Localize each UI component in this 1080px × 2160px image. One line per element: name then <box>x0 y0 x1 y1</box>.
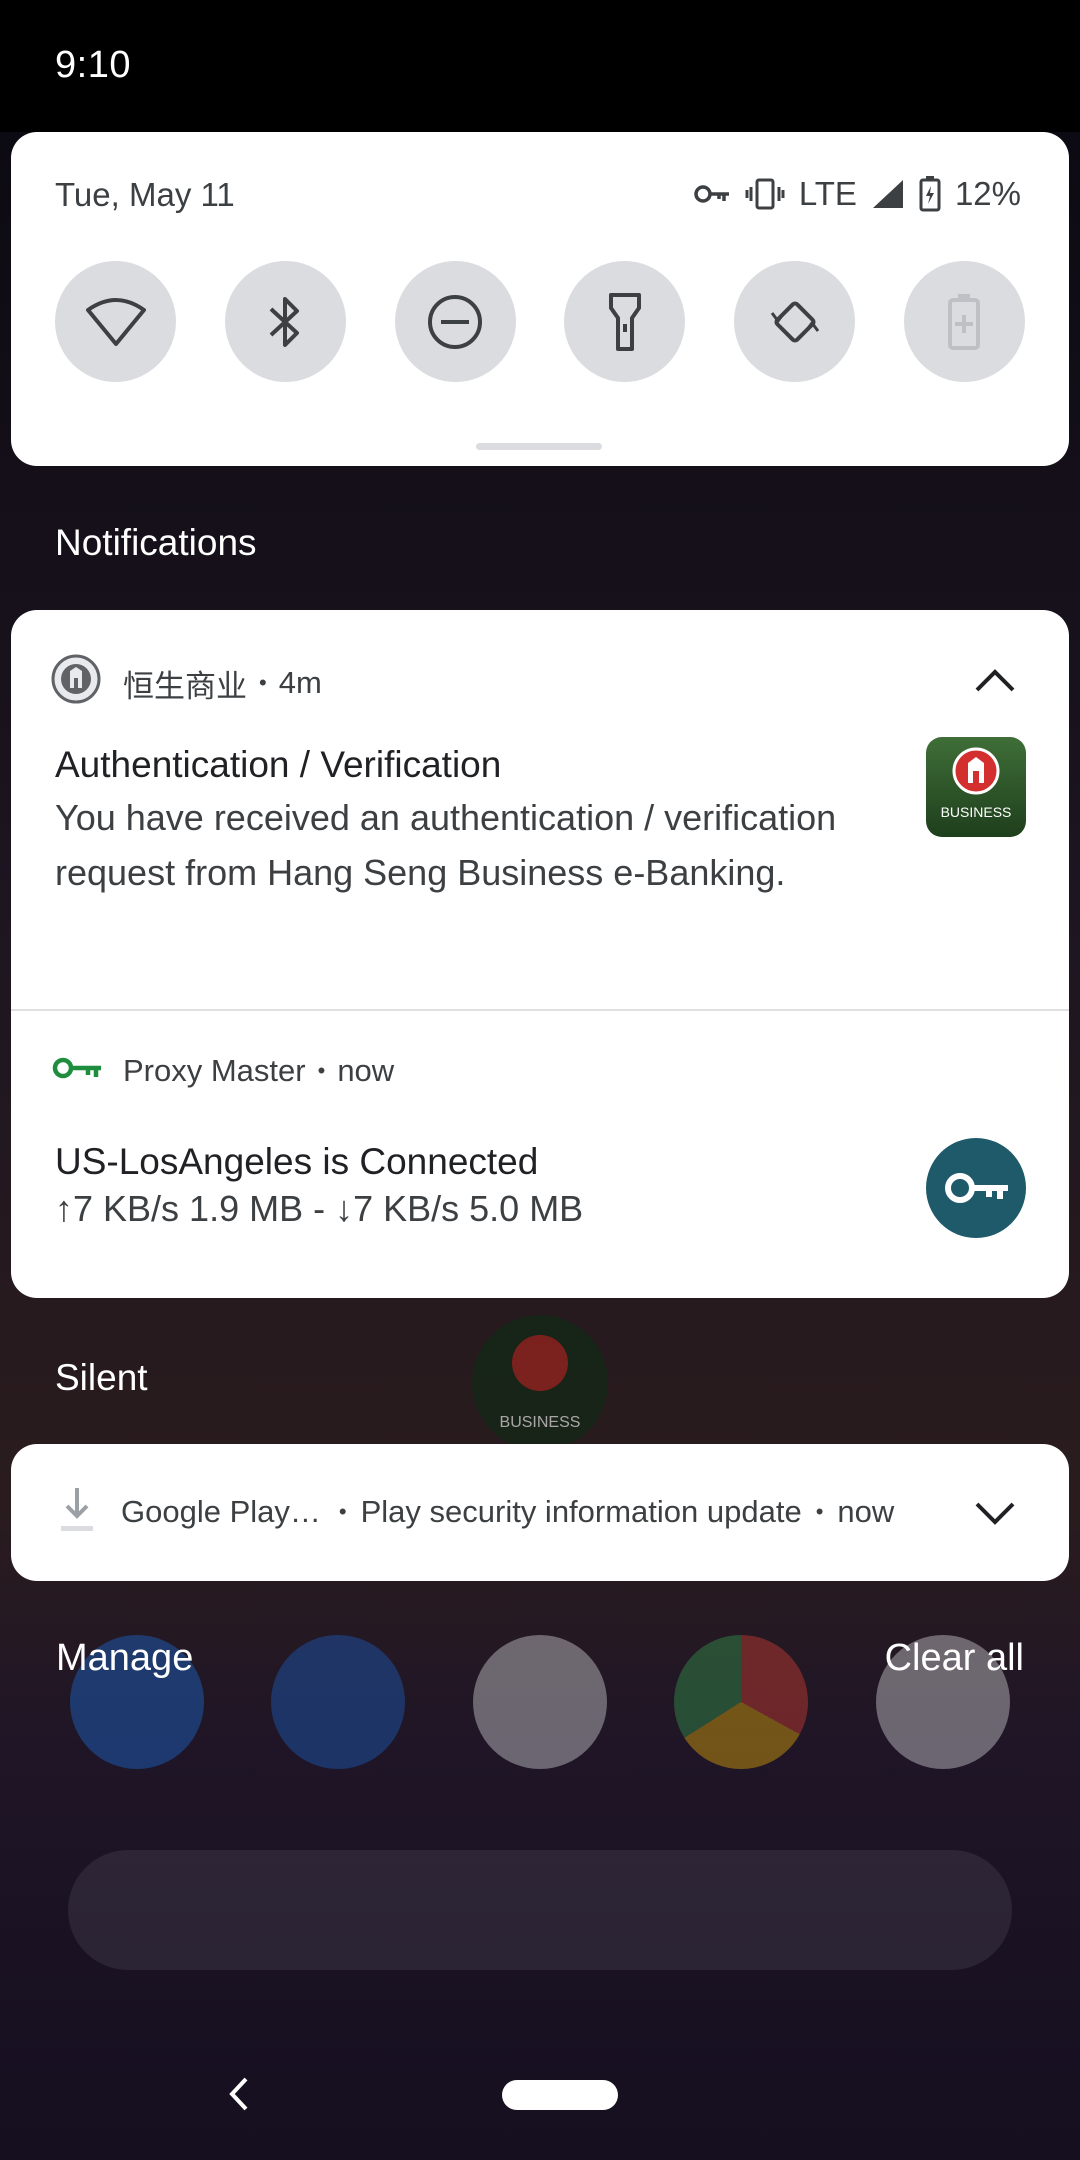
battery-saver-tile[interactable] <box>903 261 1025 382</box>
hangseng-thumbnail: BUSINESS <box>926 737 1026 837</box>
notification-time: 4m <box>278 665 322 700</box>
notifications-header: Notifications <box>55 522 257 563</box>
notification-hangseng[interactable]: 恒生商业 • 4m Authentication / Verification … <box>11 610 1069 1009</box>
notification-app-name: Proxy Master <box>123 1053 306 1088</box>
auto-rotate-tile[interactable] <box>734 261 856 382</box>
manage-button[interactable]: Manage <box>56 1637 193 1680</box>
notification-group: 恒生商业 • 4m Authentication / Verification … <box>11 610 1069 1298</box>
play-store-app-icon <box>473 1635 607 1769</box>
signal-icon <box>871 178 905 210</box>
background-app-label: BUSINESS <box>500 1414 581 1431</box>
silent-header: Silent <box>55 1357 148 1398</box>
status-bar: 9:10 <box>0 0 1080 132</box>
wifi-icon <box>85 297 146 346</box>
auto-rotate-icon <box>770 300 819 343</box>
key-icon <box>51 1053 103 1089</box>
qs-status-icons: LTE 12% <box>693 172 1021 216</box>
expand-icon[interactable] <box>973 1500 1017 1533</box>
do-not-disturb-tile[interactable] <box>394 261 516 382</box>
flashlight-icon <box>608 292 641 351</box>
background-app-icon: BUSINESS <box>472 1315 608 1451</box>
notification-title: Authentication / Verification <box>55 744 502 785</box>
battery-saver-icon <box>948 293 981 350</box>
quick-settings-panel: Tue, May 11 LTE 12% <box>11 132 1069 466</box>
clock: 9:10 <box>55 44 131 86</box>
notification-google-play[interactable]: Google Play… • Play security information… <box>11 1444 1069 1581</box>
google-search-bar <box>68 1850 1012 1970</box>
notification-header: Proxy Master • now <box>51 1053 394 1089</box>
network-type: LTE <box>798 175 857 212</box>
qs-drag-handle[interactable] <box>476 443 602 450</box>
qs-date: Tue, May 11 <box>55 176 235 213</box>
hangseng-app-icon <box>51 654 101 712</box>
download-icon <box>59 1486 95 1539</box>
notification-body: You have received an authentication / ve… <box>55 797 837 893</box>
notification-proxy-master[interactable]: Proxy Master • now US-LosAngeles is Conn… <box>11 1011 1069 1298</box>
do-not-disturb-icon <box>428 294 483 349</box>
bluetooth-icon <box>269 296 300 347</box>
home-pill[interactable] <box>502 2080 618 2110</box>
silent-notification-time: now <box>837 1494 895 1529</box>
notification-header: 恒生商业 • 4m <box>51 654 322 712</box>
thumbnail-label: BUSINESS <box>941 804 1012 820</box>
notification-title: US-LosAngeles is Connected <box>55 1141 539 1182</box>
messages-app-icon <box>271 1635 405 1769</box>
collapse-icon[interactable] <box>973 666 1017 699</box>
vpn-key-icon <box>693 183 731 205</box>
notification-app-name: 恒生商业 <box>123 668 247 704</box>
battery-percent: 12% <box>954 175 1021 212</box>
qs-tiles <box>55 261 1025 382</box>
battery-charging-icon <box>919 176 941 212</box>
vibrate-icon <box>745 177 785 211</box>
notification-body: ↑7 KB/s 1.9 MB - ↓7 KB/s 5.0 MB <box>55 1188 584 1229</box>
proxy-thumbnail <box>926 1138 1026 1238</box>
silent-notification-text: Play security information update <box>360 1494 802 1529</box>
back-icon[interactable] <box>224 2075 252 2118</box>
bluetooth-tile[interactable] <box>224 261 346 382</box>
clear-all-button[interactable]: Clear all <box>885 1637 1024 1680</box>
wifi-tile[interactable] <box>55 261 176 382</box>
silent-notification-row: Google Play… • Play security information… <box>121 1494 895 1529</box>
notification-time: now <box>337 1053 395 1088</box>
silent-app-name: Google Play… <box>121 1494 321 1529</box>
chrome-app-icon <box>674 1635 808 1769</box>
flashlight-tile[interactable] <box>564 261 686 382</box>
